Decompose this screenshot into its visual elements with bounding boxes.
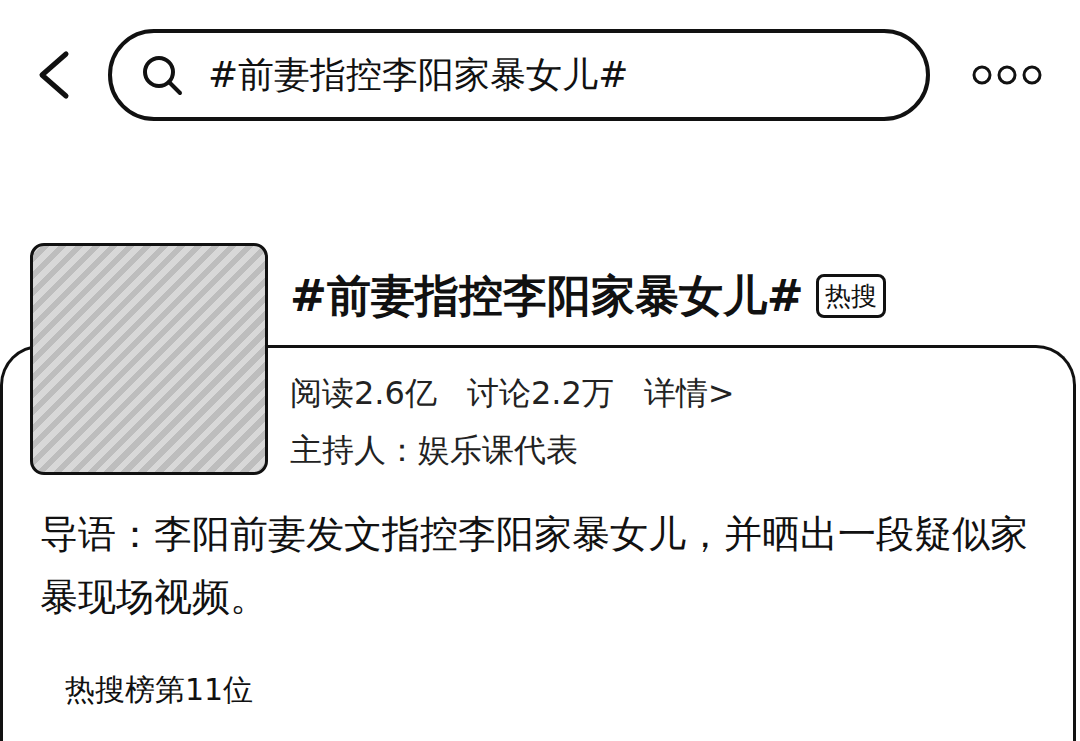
- back-icon[interactable]: [32, 50, 76, 100]
- topic-stats: 阅读2.6亿讨论2.2万详情>: [290, 370, 886, 416]
- search-icon: [140, 53, 184, 97]
- stat-item: 讨论2.2万: [467, 370, 614, 416]
- topic-intro: 导语：李阳前妻发文指控李阳家暴女儿，并晒出一段疑似家暴现场视频。: [0, 503, 1080, 629]
- topic-image[interactable]: [30, 243, 268, 475]
- topic-host[interactable]: 主持人：娱乐课代表: [290, 427, 886, 473]
- hot-badge: 热搜: [816, 274, 886, 318]
- hot-rank[interactable]: 热搜榜第11位: [0, 670, 1080, 710]
- more-icon[interactable]: [972, 64, 1042, 86]
- search-query[interactable]: #前妻指控李阳家暴女儿#: [208, 52, 628, 98]
- search-box[interactable]: #前妻指控李阳家暴女儿#: [108, 29, 930, 121]
- top-bar: #前妻指控李阳家暴女儿#: [0, 0, 1080, 150]
- stat-item: 阅读2.6亿: [290, 370, 437, 416]
- topic-title: #前妻指控李阳家暴女儿#: [290, 270, 804, 322]
- stat-item[interactable]: 详情>: [644, 370, 735, 416]
- topic-section: #前妻指控李阳家暴女儿# 热搜 阅读2.6亿讨论2.2万详情> 主持人：娱乐课代…: [0, 150, 1080, 710]
